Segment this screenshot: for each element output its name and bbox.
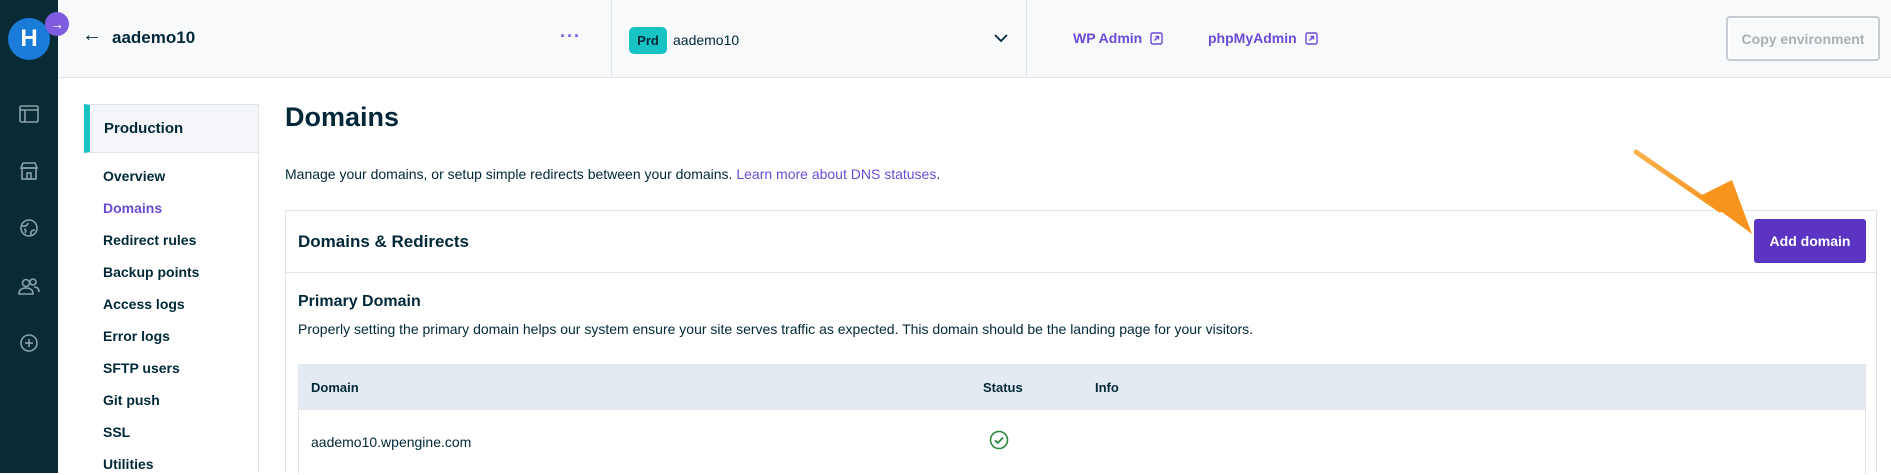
domains-panel: Domains & Redirects Add domain Primary D… [285, 210, 1877, 474]
copy-environment-button[interactable]: Copy environment [1726, 16, 1880, 61]
divider [611, 0, 612, 78]
environment-sidebar: Production Overview Domains Redirect rul… [84, 104, 259, 473]
add-icon[interactable] [18, 332, 40, 354]
left-rail: H → [0, 0, 69, 473]
dns-statuses-link[interactable]: Learn more about DNS statuses [736, 166, 936, 182]
phpmyadmin-link[interactable]: phpMyAdmin [1208, 30, 1318, 46]
sidebar-item-utilities[interactable]: Utilities [103, 456, 154, 472]
site-name: aademo10 [112, 28, 196, 47]
sites-icon[interactable] [18, 103, 40, 125]
check-circle-icon [989, 430, 1009, 455]
sidebar-item-ssl[interactable]: SSL [103, 424, 130, 440]
store-icon[interactable] [18, 160, 40, 182]
sidebar-item-domains[interactable]: Domains [103, 200, 162, 216]
wp-admin-link[interactable]: WP Admin [1073, 30, 1163, 46]
page-description: Manage your domains, or setup simple red… [285, 166, 940, 182]
sidebar-environment-heading[interactable]: Production [84, 104, 259, 153]
chevron-down-icon[interactable] [993, 30, 1009, 48]
sidebar-item-sftp-users[interactable]: SFTP users [103, 360, 180, 376]
external-link-icon [1304, 31, 1318, 45]
sidebar-item-error-logs[interactable]: Error logs [103, 328, 170, 344]
external-link-icon [1150, 31, 1163, 45]
column-header-domain: Domain [311, 380, 359, 395]
page-description-end: . [936, 166, 941, 182]
column-header-status: Status [983, 380, 1023, 395]
wp-admin-label: WP Admin [1073, 30, 1143, 46]
page-title: Domains [285, 102, 400, 132]
sidebar-item-git-push[interactable]: Git push [103, 392, 160, 408]
environment-badge: Prd [629, 27, 667, 54]
column-header-info: Info [1095, 380, 1119, 395]
environment-name[interactable]: aademo10 [673, 32, 739, 48]
top-bar: ← aademo10 ··· Prd aademo10 WP Admin php… [58, 0, 1891, 78]
primary-domain-title: Primary Domain [298, 293, 421, 310]
sidebar-item-overview[interactable]: Overview [103, 168, 165, 184]
annotation-arrow [1633, 149, 1752, 234]
panel-title: Domains & Redirects [298, 232, 469, 251]
primary-domain-description: Properly setting the primary domain help… [298, 321, 1254, 337]
add-domain-button[interactable]: Add domain [1754, 219, 1866, 263]
expand-nav-button[interactable]: → [45, 12, 69, 36]
page-description-text: Manage your domains, or setup simple red… [285, 166, 733, 182]
table-row: aademo10.wpengine.com [299, 409, 1865, 475]
sidebar-item-backup-points[interactable]: Backup points [103, 264, 199, 280]
domain-cell: aademo10.wpengine.com [311, 434, 472, 450]
domains-table: Domain Status Info aademo10.wpengine.com [298, 364, 1866, 474]
sidebar-item-access-logs[interactable]: Access logs [103, 296, 185, 312]
users-icon[interactable] [18, 275, 40, 297]
phpmyadmin-label: phpMyAdmin [1208, 30, 1297, 46]
more-options-icon[interactable]: ··· [560, 26, 581, 47]
back-arrow-icon[interactable]: ← [82, 24, 102, 47]
globe-icon[interactable] [18, 217, 40, 239]
sidebar-item-redirect-rules[interactable]: Redirect rules [103, 232, 196, 248]
table-header: Domain Status Info [299, 365, 1865, 409]
divider [1026, 0, 1027, 78]
logo[interactable]: H [8, 18, 50, 60]
